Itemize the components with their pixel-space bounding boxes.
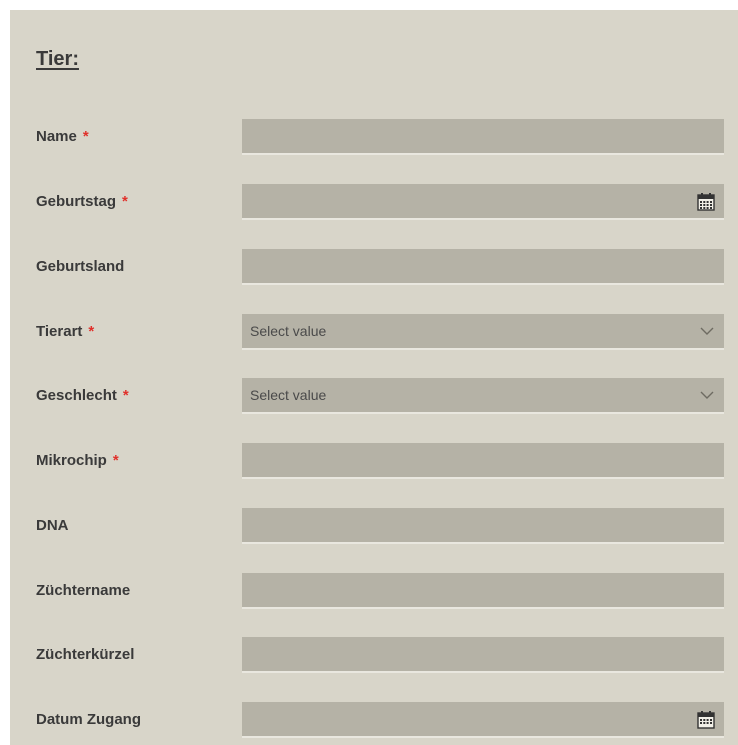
- zuechtername-input[interactable]: [242, 573, 724, 609]
- chevron-down-icon: [700, 327, 714, 335]
- datum-zugang-date-input[interactable]: [242, 702, 724, 738]
- chevron-down-icon: [700, 391, 714, 399]
- section-title: Tier:: [36, 48, 79, 70]
- form-row-mikrochip: Mikrochip *: [10, 443, 738, 479]
- form-row-zuechterkuerzel: Züchterkürzel: [10, 637, 738, 673]
- required-marker: *: [82, 128, 89, 145]
- geburtsland-input[interactable]: [242, 249, 724, 285]
- field-label-datum-zugang: Datum Zugang: [36, 711, 141, 728]
- field-label-geschlecht: Geschlecht *: [36, 387, 129, 404]
- form-row-geburtsland: Geburtsland: [10, 249, 738, 285]
- geburtstag-date-input[interactable]: [242, 184, 724, 220]
- required-marker: *: [122, 193, 128, 210]
- field-label-zuechterkuerzel: Züchterkürzel: [36, 646, 135, 663]
- form-row-geschlecht: Geschlecht * Select value: [10, 378, 738, 414]
- geschlecht-select[interactable]: Select value: [242, 378, 724, 414]
- form-row-name: Name *: [10, 119, 738, 155]
- mikrochip-input[interactable]: [242, 443, 724, 479]
- form-row-datum-zugang: Datum Zugang: [10, 702, 738, 738]
- required-marker: *: [112, 452, 119, 469]
- field-label-name: Name *: [36, 128, 89, 145]
- field-label-mikrochip: Mikrochip *: [36, 452, 119, 469]
- tierart-select[interactable]: Select value: [242, 314, 724, 350]
- form-row-tierart: Tierart * Select value: [10, 314, 738, 350]
- field-label-dna: DNA: [36, 517, 69, 534]
- field-label-tierart: Tierart *: [36, 323, 95, 340]
- required-marker: *: [122, 387, 129, 404]
- form-row-dna: DNA: [10, 508, 738, 544]
- zuechterkuerzel-input[interactable]: [242, 637, 724, 673]
- form-row-zuechtername: Züchtername: [10, 573, 738, 609]
- form-row-geburtstag: Geburtstag *: [10, 184, 738, 220]
- field-label-geburtsland: Geburtsland: [36, 258, 125, 275]
- dna-input[interactable]: [242, 508, 724, 544]
- form-panel: Tier: Name * Geburtstag * Geburtsland Ti…: [10, 10, 738, 745]
- geschlecht-select-value: Select value: [250, 387, 327, 403]
- field-label-geburtstag: Geburtstag *: [36, 193, 128, 210]
- name-input[interactable]: [242, 119, 724, 155]
- field-label-zuechtername: Züchtername: [36, 582, 131, 599]
- tierart-select-value: Select value: [250, 323, 327, 339]
- required-marker: *: [88, 323, 95, 340]
- calendar-icon[interactable]: [696, 192, 716, 212]
- calendar-icon[interactable]: [696, 710, 716, 730]
